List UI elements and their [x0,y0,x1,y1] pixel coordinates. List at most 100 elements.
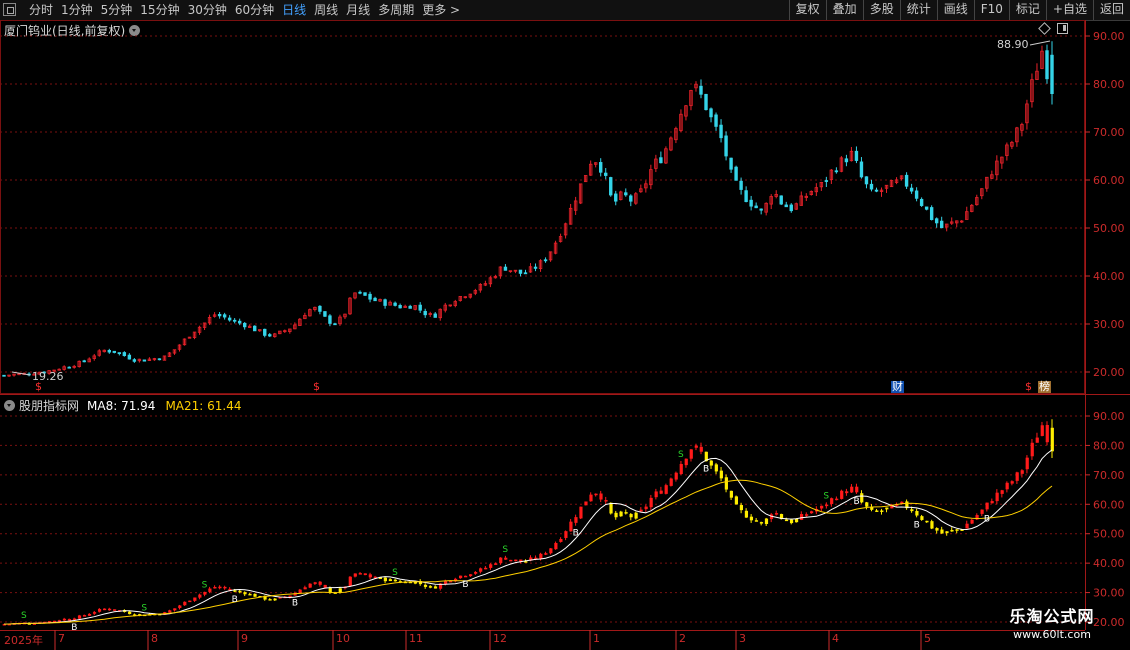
finance-marker[interactable]: 财 [891,381,904,393]
candle-body [323,311,327,317]
indicator-bar [579,506,583,519]
indicator-bar [619,511,623,517]
indicator-bar [799,514,804,520]
dividend-marker[interactable]: $ [1025,381,1032,393]
indicator-bar [810,511,814,514]
indicator-bar [865,502,869,507]
price-axis-label: 40.00 [1093,270,1125,283]
candle-body [127,354,132,360]
candle-body [824,180,829,182]
indicator-bar [108,608,112,611]
candle-body [919,198,924,206]
indicator-bar [614,512,618,518]
indicator-bar [835,498,839,501]
indicator-bar [248,593,252,596]
indicator-bar [825,504,829,507]
candle-body [433,313,437,318]
main-panel-border [0,20,1085,394]
chart-canvas[interactable]: 90.00 80.00 70.00 60.00 50.00 40.00 30.00 20.00… [0,0,1130,650]
indicator-bar [77,615,82,619]
indicator-bar [875,510,879,512]
watermark: 乐淘公式网 www.60lt.com [982,606,1122,646]
candle-body [263,328,267,336]
candle-body [393,302,397,306]
indicator-bar [945,531,949,534]
indicator-bar [97,609,102,612]
candle-body [624,192,628,196]
indicator-bar [940,529,944,534]
buy-signal: B [462,580,468,590]
candle-body [157,358,162,361]
indicator-bar [594,493,598,496]
ranking-marker[interactable]: 榜 [1038,381,1051,393]
indicator-bar [544,553,548,555]
price-axis-label: 20.00 [1093,366,1125,379]
candle-body [237,320,242,324]
candle-body [929,207,934,220]
indicator-bar [368,574,372,578]
candle-body [909,187,914,192]
indicator-bar [514,559,518,562]
indicator-bar [233,590,237,592]
indicator-bar [684,458,688,466]
indicator-bar [950,529,954,532]
candle-body [122,352,127,357]
indicator-bar [428,586,433,588]
candle-body [864,176,869,185]
candle-body [533,266,538,269]
indicator-bar [584,501,588,506]
indicator-bar [67,619,72,621]
indicator-bar [268,599,272,601]
price-axis-label: 70.00 [1093,126,1125,139]
indicator-bar [910,509,914,512]
candle-body [914,190,919,199]
indicator-bar [694,445,698,448]
sell-signal: S [141,603,147,613]
indicator-bar [985,502,989,510]
chevron-down-icon[interactable] [4,400,15,411]
indicator-bar [644,506,648,510]
dividend-marker[interactable]: $ [35,381,42,393]
month-label: 12 [493,632,507,645]
indicator-bar [669,478,673,486]
watermark-title: 乐淘公式网 [1009,607,1095,626]
indicator-bar [338,588,342,593]
indicator-bar [1050,427,1054,452]
indicator-bar [734,496,738,505]
indicator-bar [784,519,789,522]
month-label: 7 [58,632,65,645]
candle-body [227,317,232,321]
indicator-bar [804,514,809,516]
indicator-bar [82,615,87,617]
indicator-bar [178,605,182,609]
indicator-title: 股朋指标网 MA8: 71.94 MA21: 61.44 [4,397,241,414]
candle-body [699,85,703,95]
indicator-bar [223,586,227,589]
indicator-bar [915,510,919,516]
indicator-bar [504,557,508,560]
indicator-bar [358,573,362,575]
indicator-bar [679,463,683,475]
buy-signal: B [853,497,859,507]
indicator-bar [113,609,117,611]
candle-body [859,161,864,178]
indicator-bar [484,567,488,570]
indicator-bar [739,505,744,511]
indicator-bar [388,579,393,582]
indicator-bar [218,586,222,589]
indicator-bar [87,614,92,616]
indicator-bar [423,584,428,587]
indicator-bar [318,581,322,585]
candle-body [217,314,222,317]
candle-body [398,305,402,309]
candle-body [408,305,412,309]
month-label: 4 [832,632,839,645]
candle-body [784,204,788,208]
indicator-name: 股朋指标网 [19,399,80,413]
indicator-bar [764,518,769,524]
indicator-bar [1020,470,1024,474]
candle-body [363,292,367,296]
dividend-marker[interactable]: $ [313,381,320,393]
candle-body [543,259,548,262]
month-label: 8 [151,632,158,645]
